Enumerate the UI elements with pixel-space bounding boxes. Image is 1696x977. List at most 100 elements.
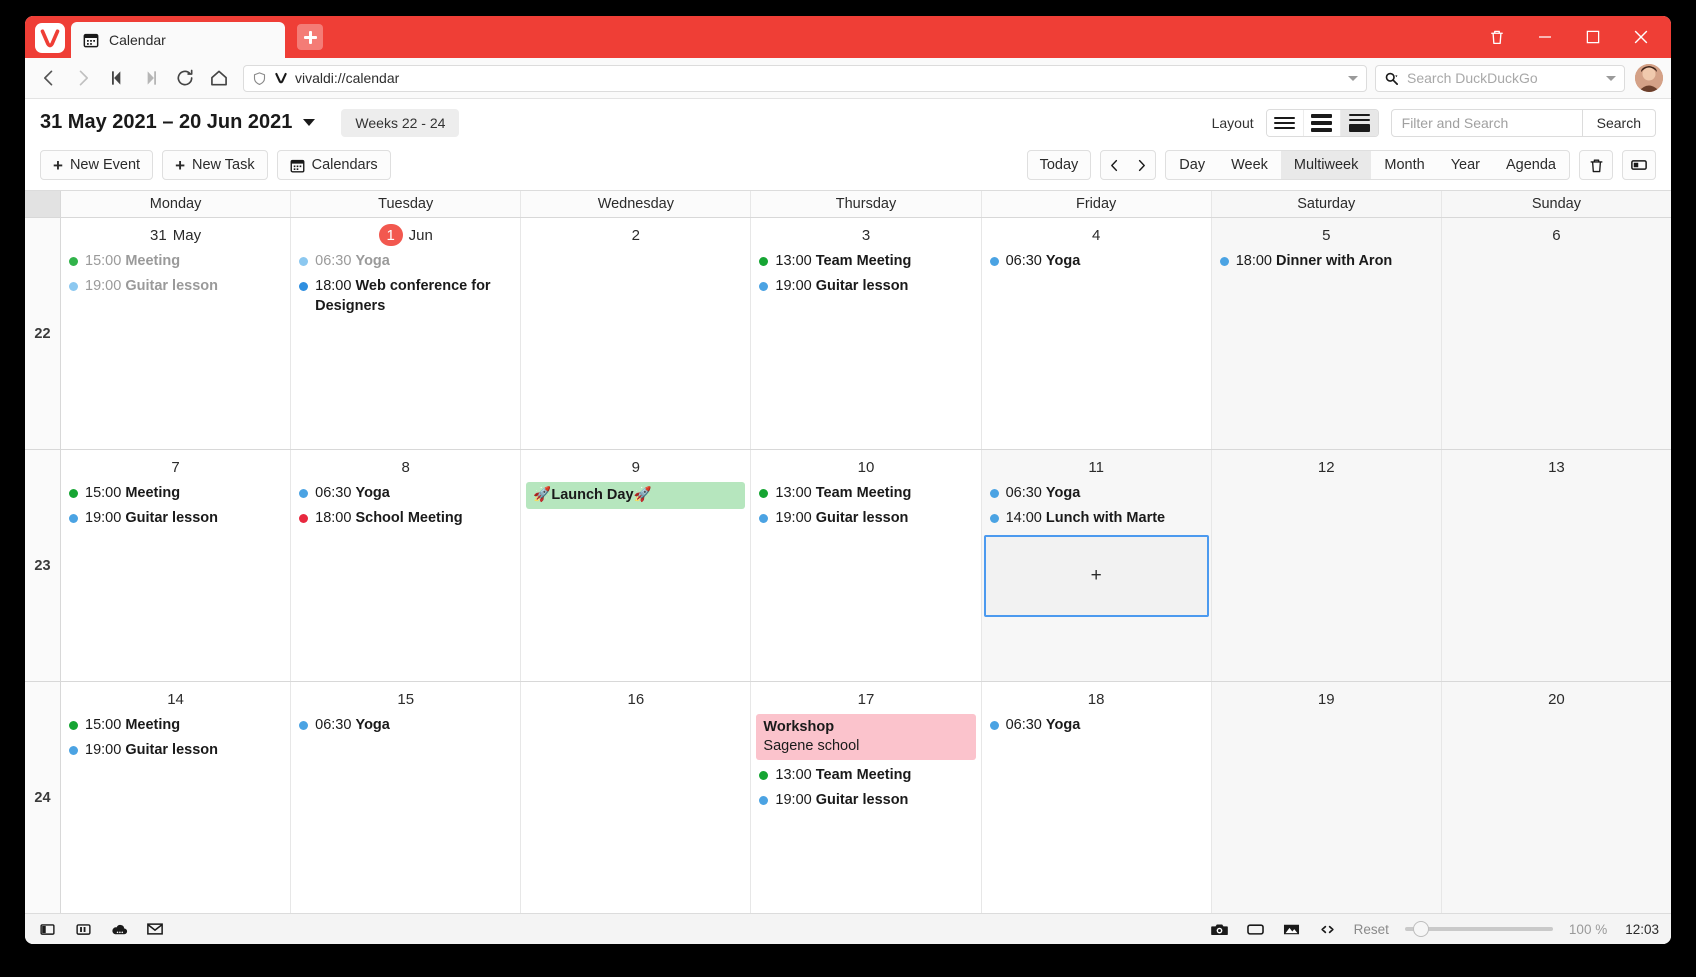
calendar-event[interactable]: 13:00 Team Meeting: [756, 482, 975, 504]
side-panel-toggle-button[interactable]: [37, 919, 57, 939]
search-button[interactable]: Search: [1582, 108, 1656, 137]
fast-forward-button[interactable]: [135, 63, 167, 93]
capture-button[interactable]: [1210, 919, 1230, 939]
chevron-down-icon[interactable]: [1606, 75, 1616, 81]
close-button[interactable]: [1617, 16, 1665, 58]
chevron-down-icon[interactable]: [1348, 75, 1358, 81]
maximize-button[interactable]: [1569, 16, 1617, 58]
calendar-event[interactable]: 14:00 Lunch with Marte: [987, 507, 1206, 529]
avatar[interactable]: [1635, 64, 1663, 92]
day-cell[interactable]: 4 06:30 Yoga: [982, 218, 1212, 449]
reload-button[interactable]: [169, 63, 201, 93]
prev-period-button[interactable]: [1101, 151, 1128, 179]
chevron-down-icon[interactable]: [303, 119, 316, 126]
window-button[interactable]: [1246, 919, 1266, 939]
calendar-event[interactable]: 18:00 School Meeting: [296, 507, 515, 529]
forward-button[interactable]: [67, 63, 99, 93]
event-panel-button[interactable]: [1622, 150, 1656, 180]
view-week[interactable]: Week: [1218, 151, 1281, 179]
filter-search-input[interactable]: Filter and Search: [1390, 108, 1583, 137]
calendar-event[interactable]: 18:00 Web conference for Designers: [296, 275, 515, 317]
calendar-event[interactable]: 15:00 Meeting: [66, 482, 285, 504]
day-cell[interactable]: 10 13:00 Team Meeting 19:00 Guitar lesson: [751, 450, 982, 681]
view-month[interactable]: Month: [1371, 151, 1437, 179]
search-input[interactable]: Search DuckDuckGo: [1375, 64, 1625, 92]
zoom-slider[interactable]: [1404, 921, 1553, 937]
sync-button[interactable]: [109, 919, 129, 939]
zoom-slider-knob[interactable]: [1412, 921, 1429, 937]
calendar-event[interactable]: 06:30 Yoga: [987, 250, 1206, 272]
rewind-button[interactable]: [101, 63, 133, 93]
day-cell[interactable]: 11 06:30 Yoga 14:00 Lunch with Marte +: [981, 450, 1212, 681]
calendar-event[interactable]: 06:30 Yoga: [296, 482, 515, 504]
view-day[interactable]: Day: [1166, 151, 1218, 179]
new-task-button[interactable]: + New Task: [162, 150, 268, 180]
calendar-event[interactable]: 06:30 Yoga: [987, 482, 1206, 504]
calendar-event[interactable]: 06:30 Yoga: [987, 714, 1206, 736]
day-cell[interactable]: 20: [1441, 682, 1671, 913]
day-cell[interactable]: 16: [521, 682, 752, 913]
calendar-event[interactable]: 15:00 Meeting: [66, 250, 285, 272]
day-cell[interactable]: 6: [1441, 218, 1671, 449]
images-button[interactable]: [1282, 919, 1302, 939]
zoom-reset-button[interactable]: Reset: [1354, 922, 1389, 937]
calendar-event[interactable]: 19:00 Guitar lesson: [756, 507, 975, 529]
layout-option-medium[interactable]: [1303, 109, 1341, 136]
day-cell[interactable]: 18 06:30 Yoga: [982, 682, 1212, 913]
calendar-event[interactable]: 15:00 Meeting: [66, 714, 285, 736]
new-event-button[interactable]: + New Event: [40, 150, 154, 180]
view-agenda[interactable]: Agenda: [1493, 151, 1569, 179]
event-text: 13:00 Team Meeting: [775, 765, 911, 785]
delete-event-button[interactable]: [1579, 150, 1613, 180]
back-button[interactable]: [33, 63, 65, 93]
weeks-badge[interactable]: Weeks 22 - 24: [341, 108, 460, 137]
calendar-event[interactable]: 19:00 Guitar lesson: [756, 275, 975, 297]
day-cell[interactable]: 15 06:30 Yoga: [291, 682, 522, 913]
day-cell[interactable]: 19: [1211, 682, 1442, 913]
tiling-button[interactable]: [73, 919, 93, 939]
layout-option-comfortable[interactable]: [1340, 109, 1378, 136]
day-cell[interactable]: 7 15:00 Meeting 19:00 Guitar lesson: [61, 450, 292, 681]
day-cell[interactable]: 13: [1441, 450, 1671, 681]
layout-option-compact[interactable]: [1266, 109, 1304, 136]
day-cell[interactable]: 12: [1211, 450, 1442, 681]
day-cell[interactable]: 9 🚀Launch Day🚀: [521, 450, 752, 681]
week-number[interactable]: 24: [25, 682, 61, 913]
calendar-event-block[interactable]: Workshop Sagene school: [756, 714, 976, 760]
day-cell[interactable]: 2: [521, 218, 752, 449]
day-cell[interactable]: 1 Jun 06:30 Yoga 18:00 Web conference for D…: [291, 218, 522, 449]
calendar-event[interactable]: 19:00 Guitar lesson: [66, 739, 285, 761]
day-cell[interactable]: 3 13:00 Team Meeting 19:00 Guitar lesson: [751, 218, 982, 449]
developer-tools-button[interactable]: [1318, 919, 1338, 939]
day-cell[interactable]: 5 18:00 Dinner with Aron: [1211, 218, 1442, 449]
week-number[interactable]: 22: [25, 218, 61, 449]
day-cell[interactable]: 31 May 15:00 Meeting 19:00 Guitar lesson: [61, 218, 292, 449]
calendar-event[interactable]: 13:00 Team Meeting: [756, 250, 975, 272]
calendar-event[interactable]: 13:00 Team Meeting: [756, 764, 975, 786]
today-button[interactable]: Today: [1026, 150, 1092, 180]
vivaldi-menu-button[interactable]: [35, 23, 65, 53]
calendar-event[interactable]: 19:00 Guitar lesson: [66, 507, 285, 529]
browser-tab-calendar[interactable]: Calendar: [71, 22, 285, 58]
view-multiweek[interactable]: Multiweek: [1280, 151, 1372, 179]
calendar-event[interactable]: 19:00 Guitar lesson: [66, 275, 285, 297]
url-input[interactable]: vivaldi://calendar: [243, 64, 1367, 92]
home-button[interactable]: [203, 63, 235, 93]
week-number[interactable]: 23: [25, 450, 61, 681]
calendar-event[interactable]: 06:30 Yoga: [296, 714, 515, 736]
calendars-button[interactable]: Calendars: [276, 150, 391, 180]
next-period-button[interactable]: [1128, 151, 1155, 179]
new-event-slot[interactable]: +: [983, 535, 1209, 617]
new-tab-button[interactable]: [297, 24, 323, 50]
calendar-event[interactable]: 18:00 Dinner with Aron: [1217, 250, 1436, 272]
day-cell[interactable]: 14 15:00 Meeting 19:00 Guitar lesson: [61, 682, 292, 913]
day-cell[interactable]: 17 Workshop Sagene school 13:00 Team Meetin…: [751, 682, 982, 913]
minimize-button[interactable]: [1521, 16, 1569, 58]
view-year[interactable]: Year: [1438, 151, 1493, 179]
calendar-event[interactable]: 06:30 Yoga: [296, 250, 515, 272]
calendar-event[interactable]: 19:00 Guitar lesson: [756, 789, 975, 811]
calendar-event-block[interactable]: 🚀Launch Day🚀: [526, 482, 746, 509]
mail-button[interactable]: [145, 919, 165, 939]
trash-button[interactable]: [1473, 16, 1521, 58]
day-cell[interactable]: 8 06:30 Yoga 18:00 School Meeting: [291, 450, 522, 681]
